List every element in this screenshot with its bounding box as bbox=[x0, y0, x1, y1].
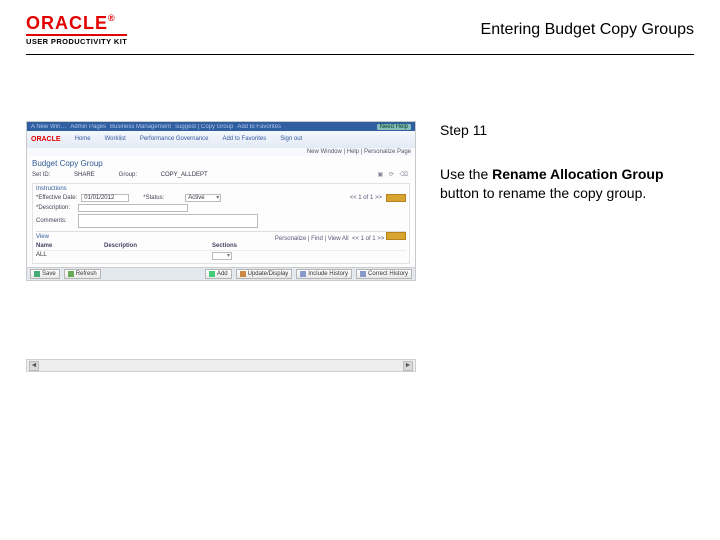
step-instruction: Use the Rename Allocation Group button t… bbox=[440, 165, 694, 204]
mini-status-dropdown: Active bbox=[185, 194, 221, 202]
mini-navbar: ORACLE Home Worklist Performance Governa… bbox=[27, 131, 415, 148]
brand-subline: USER PRODUCTIVITY KIT bbox=[26, 37, 127, 46]
scroll-right-arrow[interactable]: ► bbox=[403, 361, 413, 371]
mini-desc-field bbox=[78, 204, 188, 212]
mini-eff-date-field: 01/01/2012 bbox=[81, 194, 129, 202]
mini-correct-button: Correct History bbox=[356, 269, 412, 279]
brand-reg: ® bbox=[108, 13, 116, 23]
screenshot-thumbnail: A New Win… Admin Pages Business Manageme… bbox=[26, 121, 416, 281]
step-label: Step 11 bbox=[440, 121, 694, 141]
brand-word: ORACLE bbox=[26, 13, 108, 33]
mini-add-button: Add bbox=[205, 269, 232, 279]
mini-instructions-panel: Instructions *Effective Date: 01/01/2012… bbox=[32, 183, 410, 264]
mini-save-button: Save bbox=[30, 269, 60, 279]
document-title: Entering Budget Copy Groups bbox=[481, 21, 694, 39]
header-rule bbox=[26, 54, 694, 55]
mini-view-grid: View Personalize | Find | View All << 1 … bbox=[36, 231, 406, 261]
mini-history-button: Include History bbox=[296, 269, 352, 279]
scroll-left-arrow[interactable]: ◄ bbox=[29, 361, 39, 371]
oracle-logo: ORACLE® USER PRODUCTIVITY KIT bbox=[26, 14, 127, 46]
mini-action-icons: ▣ ⟳ ⌫ bbox=[377, 171, 410, 178]
horizontal-scrollbar[interactable]: ◄ ► bbox=[26, 359, 416, 372]
mini-comments-field bbox=[78, 214, 258, 228]
mini-gold-button bbox=[386, 194, 406, 202]
mini-update-button: Update/Display bbox=[236, 269, 293, 279]
mini-breadcrumb: New Window | Help | Personalize Page bbox=[27, 148, 415, 156]
mini-page-title: Budget Copy Group bbox=[32, 159, 410, 168]
mini-id-row: Set ID: SHARE Group: COPY_ALLDEPT ▣ ⟳ ⌫ bbox=[32, 171, 410, 178]
mini-refresh-button: Refresh bbox=[64, 269, 101, 279]
mini-titlebar: A New Win… Admin Pages Business Manageme… bbox=[27, 122, 415, 131]
mini-button-bar: Save Refresh Add Update/Display Include … bbox=[27, 267, 415, 280]
